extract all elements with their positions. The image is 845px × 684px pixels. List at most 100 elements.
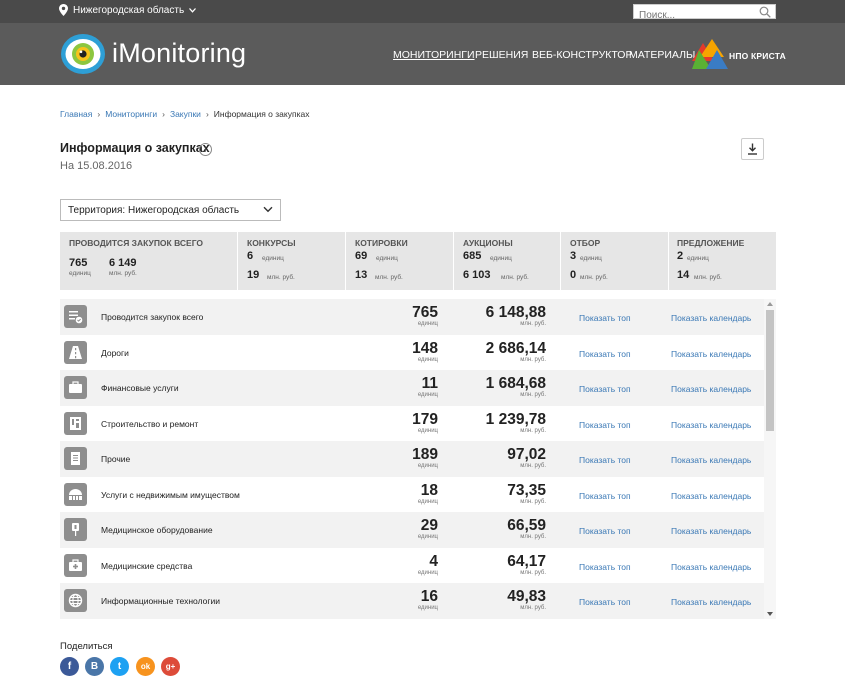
report-date: На 15.08.2016: [60, 160, 133, 172]
table-row: Строительство и ремонт 179 единиц 1 239,…: [60, 406, 764, 442]
table-row: Прочие 189 единиц 97,02 млн. руб. Показа…: [60, 441, 764, 477]
summary-amount-unit: млн. руб.: [109, 270, 137, 277]
category-count: 179: [412, 410, 438, 428]
summary-count-unit: единиц: [687, 255, 709, 262]
twitter-icon[interactable]: t: [110, 657, 129, 676]
road-icon: [64, 340, 87, 364]
category-amount-unit: млн. руб.: [520, 569, 546, 576]
territory-value: Территория: Нижегородская область: [68, 205, 240, 216]
scroll-thumb[interactable]: [766, 310, 774, 431]
scroll-down-icon[interactable]: [767, 612, 773, 616]
odnoklassniki-icon[interactable]: ok: [136, 657, 155, 676]
category-amount-unit: млн. руб.: [520, 463, 546, 469]
show-top-link[interactable]: Показать топ: [579, 526, 631, 536]
summary-amount: 0: [570, 269, 577, 281]
nav-monitoring[interactable]: МОНИТОРИНГИ: [393, 49, 475, 61]
region-label: Нижегородская область: [73, 4, 185, 16]
breadcrumb-separator: ›: [97, 109, 101, 119]
nav-materials[interactable]: МАТЕРИАЛЫ: [629, 49, 695, 61]
summary-amount-unit: млн. руб.: [694, 274, 722, 281]
google-plus-icon[interactable]: g+: [161, 657, 180, 676]
category-count-unit: единиц: [417, 392, 438, 398]
breadcrumb-separator: ›: [205, 109, 209, 119]
document-icon: [64, 447, 87, 470]
scroll-up-icon[interactable]: [767, 302, 773, 306]
show-calendar-link[interactable]: Показать календарь: [671, 420, 751, 430]
top-bar: Нижегородская область: [0, 0, 845, 23]
table-row: Услуги с недвижимым имуществом 18 единиц…: [60, 477, 764, 513]
search-box: [633, 4, 776, 22]
summary-header: ПРОВОДИТСЯ ЗАКУПОК ВСЕГО: [69, 238, 204, 248]
category-count: 148: [412, 339, 438, 357]
show-top-link[interactable]: Показать топ: [579, 349, 631, 359]
download-icon: [748, 143, 757, 155]
summary-total: ПРОВОДИТСЯ ЗАКУПОК ВСЕГО 765 единиц 6 14…: [60, 232, 237, 290]
show-calendar-link[interactable]: Показать календарь: [671, 349, 751, 359]
summary-header: АУКЦИОНЫ: [463, 238, 513, 248]
breadcrumb: Главная › Мониторинги › Закупки › Информ…: [60, 109, 309, 119]
table-row: Медицинское оборудование 29 единиц 66,59…: [60, 512, 764, 548]
breadcrumb-home[interactable]: Главная: [60, 109, 92, 119]
category-name: Услуги с недвижимым имуществом: [101, 489, 240, 500]
summary-count-unit: единиц: [580, 255, 602, 262]
eye-logo-icon[interactable]: [60, 32, 106, 76]
table-row: Информационные технологии 16 единиц 49,8…: [60, 583, 764, 619]
show-calendar-link[interactable]: Показать календарь: [671, 526, 751, 536]
breadcrumb-procurement[interactable]: Закупки: [170, 109, 201, 119]
category-count: 11: [421, 375, 438, 392]
category-amount: 97,02: [507, 446, 546, 463]
facebook-icon[interactable]: f: [60, 657, 79, 676]
search-icon[interactable]: [759, 6, 771, 18]
show-top-link[interactable]: Показать топ: [579, 455, 631, 465]
summary-count-unit: единиц: [490, 255, 512, 262]
territory-select[interactable]: Территория: Нижегородская область: [60, 199, 281, 221]
show-top-link[interactable]: Показать топ: [579, 562, 631, 572]
show-top-link[interactable]: Показать топ: [579, 597, 631, 607]
table-scrollbar[interactable]: [764, 299, 776, 619]
category-amount: 66,59: [507, 517, 546, 534]
breadcrumb-monitoring[interactable]: Мониторинги: [105, 109, 157, 119]
category-name: Информационные технологии: [101, 596, 220, 606]
category-amount: 6 148,88: [485, 304, 546, 321]
vkontakte-icon[interactable]: B: [85, 657, 104, 676]
nav-web-constructor[interactable]: ВЕБ-КОНСТРУКТОР: [532, 49, 632, 61]
summary-panel: ПРОВОДИТСЯ ЗАКУПОК ВСЕГО 765 единиц 6 14…: [60, 232, 776, 290]
show-top-link[interactable]: Показать топ: [579, 420, 631, 430]
region-selector[interactable]: Нижегородская область: [59, 4, 197, 16]
briefcase-icon: [64, 376, 87, 399]
category-amount-unit: млн. руб.: [520, 498, 546, 505]
category-count-unit: единиц: [417, 605, 438, 611]
site-header: iMonitoring МОНИТОРИНГИ РЕШЕНИЯ ВЕБ-КОНС…: [0, 23, 845, 85]
category-amount: 64,17: [507, 552, 546, 570]
category-name: Проводится закупок всего: [101, 312, 204, 322]
category-name: Прочие: [101, 454, 131, 464]
download-button[interactable]: [741, 138, 764, 160]
show-top-link[interactable]: Показать топ: [579, 491, 631, 501]
summary-header: КОНКУРСЫ: [247, 238, 296, 248]
nav-solutions[interactable]: РЕШЕНИЯ: [475, 49, 528, 61]
summary-count: 6: [247, 250, 254, 262]
show-top-link[interactable]: Показать топ: [579, 313, 631, 323]
summary-quotations: КОТИРОВКИ 69 единиц 13 млн. руб.: [346, 232, 453, 290]
building-icon: [64, 482, 87, 506]
summary-amount-unit: млн. руб.: [267, 274, 295, 281]
summary-count-unit: единиц: [69, 270, 91, 277]
show-calendar-link[interactable]: Показать календарь: [671, 491, 751, 501]
summary-count: 2: [677, 250, 684, 262]
partner-name[interactable]: НПО КРИСТА: [729, 51, 786, 61]
breadcrumb-current: Информация о закупках: [213, 109, 310, 119]
krista-logo-icon[interactable]: [692, 39, 728, 69]
show-calendar-link[interactable]: Показать календарь: [671, 562, 751, 572]
category-count: 29: [420, 517, 438, 534]
category-amount: 49,83: [507, 588, 546, 605]
show-calendar-link[interactable]: Показать календарь: [671, 384, 751, 394]
show-calendar-link[interactable]: Показать календарь: [671, 455, 751, 465]
show-top-link[interactable]: Показать топ: [579, 384, 631, 394]
category-amount-unit: млн. руб.: [520, 534, 546, 540]
brand-name[interactable]: iMonitoring: [112, 38, 246, 69]
search-input[interactable]: [634, 9, 754, 22]
show-calendar-link[interactable]: Показать календарь: [671, 313, 751, 323]
category-amount-unit: млн. руб.: [520, 356, 546, 363]
show-calendar-link[interactable]: Показать календарь: [671, 597, 751, 607]
info-icon[interactable]: i: [199, 143, 212, 156]
